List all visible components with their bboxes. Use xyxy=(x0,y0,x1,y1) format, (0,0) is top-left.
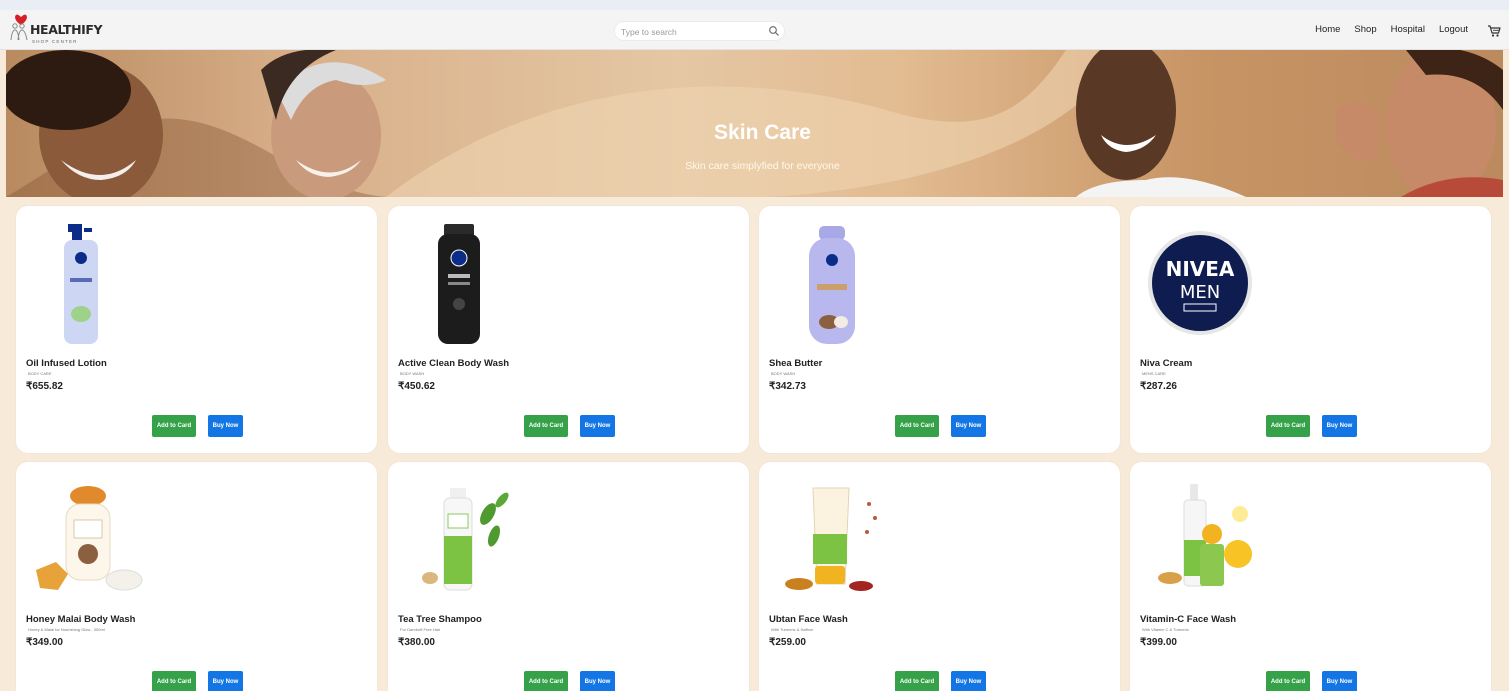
nav-link-shop[interactable]: Shop xyxy=(1354,24,1376,38)
tea-tree-shampoo-image xyxy=(422,488,509,591)
product-name: Niva Cream xyxy=(1140,358,1193,369)
add-to-cart-button[interactable]: Add to Card xyxy=(524,415,568,437)
product-card[interactable]: Tea Tree Shampoo For Dandruff Free Hair … xyxy=(388,462,749,691)
logo-subtext: SHOP CENTER xyxy=(32,39,78,44)
nav-link-home[interactable]: Home xyxy=(1315,24,1340,38)
buy-now-button[interactable]: Buy Now xyxy=(580,671,615,691)
hero-title: Skin Care xyxy=(714,121,811,144)
product-name: Tea Tree Shampoo xyxy=(398,614,482,625)
search-input[interactable] xyxy=(621,24,761,39)
product-name: Oil Infused Lotion xyxy=(26,358,107,369)
shea-butter-bottle-image xyxy=(809,226,855,344)
nav-links: Home Shop Hospital Logout xyxy=(1315,24,1468,38)
product-price: ₹342.73 xyxy=(769,381,806,392)
product-price: ₹259.00 xyxy=(769,637,806,648)
logo-text: HEALTHIFY xyxy=(30,22,103,37)
product-name: Shea Butter xyxy=(769,358,823,369)
svg-text:MEN: MEN xyxy=(1180,282,1220,303)
search-icon[interactable] xyxy=(768,25,780,37)
product-name: Ubtan Face Wash xyxy=(769,614,848,625)
hero-subtitle: Skin care simplyfied for everyone xyxy=(685,160,840,172)
product-card[interactable]: Shea Butter BODY WASH ₹342.73 Add to Car… xyxy=(759,206,1120,453)
nivea-men-cream-tin-image: NIVEA MEN xyxy=(1148,231,1252,335)
product-price: ₹450.62 xyxy=(398,381,435,392)
buy-now-button[interactable]: Buy Now xyxy=(1322,671,1357,691)
product-price: ₹399.00 xyxy=(1140,637,1177,648)
product-card[interactable]: Active Clean Body Wash BODY WASH ₹450.62… xyxy=(388,206,749,453)
product-card[interactable]: Ubtan Face Wash With Turmeric & Saffron … xyxy=(759,462,1120,691)
product-category: Honey & Malai for Nourishing Glow - 300m… xyxy=(28,627,105,632)
body-wash-bottle-image xyxy=(438,224,480,344)
vitamin-c-face-wash-image xyxy=(1158,484,1252,587)
product-category: With Turmeric & Saffron xyxy=(771,627,814,632)
add-to-cart-button[interactable]: Add to Card xyxy=(1266,671,1310,691)
product-card[interactable]: Oil Infused Lotion BODY CARE ₹655.82 Add… xyxy=(16,206,377,453)
product-category: MENS CARE xyxy=(1142,371,1166,376)
svg-text:NIVEA: NIVEA xyxy=(1166,257,1235,281)
lotion-bottle-image xyxy=(64,224,98,344)
add-to-cart-button[interactable]: Add to Card xyxy=(152,671,196,691)
search-box xyxy=(614,21,785,41)
nav-link-logout[interactable]: Logout xyxy=(1439,24,1468,38)
logo[interactable]: HEALTHIFY SHOP CENTER xyxy=(8,14,118,46)
buy-now-button[interactable]: Buy Now xyxy=(951,415,986,437)
buy-now-button[interactable]: Buy Now xyxy=(951,671,986,691)
honey-body-wash-image xyxy=(36,486,143,591)
buy-now-button[interactable]: Buy Now xyxy=(208,415,243,437)
navbar: HEALTHIFY SHOP CENTER Home Shop Hospital… xyxy=(0,10,1509,50)
product-name: Active Clean Body Wash xyxy=(398,358,510,369)
product-category: BODY WASH xyxy=(771,371,796,376)
product-name: Honey Malai Body Wash xyxy=(26,614,136,625)
add-to-cart-button[interactable]: Add to Card xyxy=(1266,415,1310,437)
add-to-cart-button[interactable]: Add to Card xyxy=(152,415,196,437)
add-to-cart-button[interactable]: Add to Card xyxy=(524,671,568,691)
product-card[interactable]: Vitamin-C Face Wash With Vitamin C & Tur… xyxy=(1130,462,1491,691)
product-category: BODY CARE xyxy=(28,371,52,376)
buy-now-button[interactable]: Buy Now xyxy=(1322,415,1357,437)
product-category: BODY WASH xyxy=(400,371,425,376)
product-price: ₹655.82 xyxy=(26,381,63,392)
cart-icon[interactable] xyxy=(1487,24,1501,38)
product-grid: Oil Infused Lotion BODY CARE ₹655.82 Add… xyxy=(16,206,1492,691)
top-strip xyxy=(0,0,1509,10)
product-price: ₹380.00 xyxy=(398,637,435,648)
buy-now-button[interactable]: Buy Now xyxy=(208,671,243,691)
product-price: ₹287.26 xyxy=(1140,381,1177,392)
family-figure-icon xyxy=(10,23,28,41)
product-name: Vitamin-C Face Wash xyxy=(1140,614,1237,625)
product-price: ₹349.00 xyxy=(26,637,63,648)
add-to-cart-button[interactable]: Add to Card xyxy=(895,671,939,691)
add-to-cart-button[interactable]: Add to Card xyxy=(895,415,939,437)
product-card[interactable]: NIVEA MEN Niva Cream MENS CARE ₹287.26 A… xyxy=(1130,206,1491,453)
product-category: For Dandruff Free Hair xyxy=(400,627,441,632)
product-card[interactable]: Honey Malai Body Wash Honey & Malai for … xyxy=(16,462,377,691)
product-category: With Vitamin C & Turmeric xyxy=(1142,627,1189,632)
ubtan-face-wash-image xyxy=(785,487,877,591)
nav-link-hospital[interactable]: Hospital xyxy=(1391,24,1425,38)
buy-now-button[interactable]: Buy Now xyxy=(580,415,615,437)
hero-banner: Skin Care Skin care simplyfied for every… xyxy=(6,50,1503,197)
